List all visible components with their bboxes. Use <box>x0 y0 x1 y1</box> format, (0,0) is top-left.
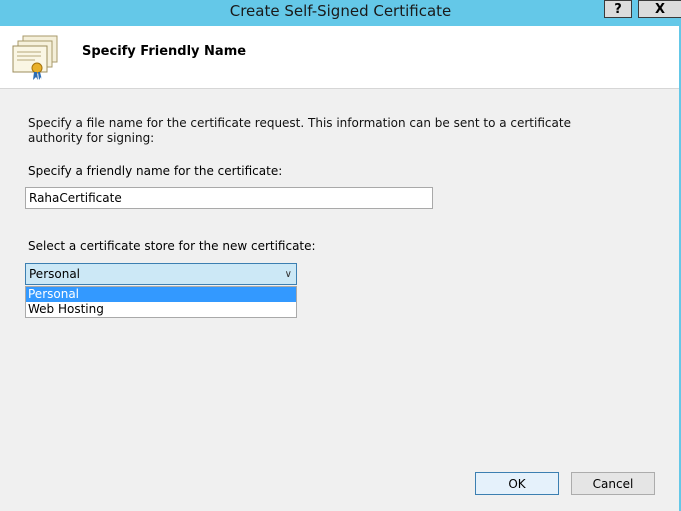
certificate-store-label: Select a certificate store for the new c… <box>28 239 316 253</box>
certificate-store-select[interactable]: Personal ∨ <box>25 263 297 285</box>
select-value: Personal <box>29 267 81 281</box>
dropdown-option-web-hosting[interactable]: Web Hosting <box>26 302 296 317</box>
close-button[interactable]: X <box>638 0 681 18</box>
wizard-header: Specify Friendly Name <box>0 26 679 89</box>
dialog-window: Create Self-Signed Certificate ? X Speci… <box>0 0 681 511</box>
certificate-icon <box>12 35 58 80</box>
dropdown-option-personal[interactable]: Personal <box>26 287 296 302</box>
title-bar[interactable]: Create Self-Signed Certificate ? X <box>0 0 681 24</box>
ok-button[interactable]: OK <box>475 472 559 495</box>
certificate-store-dropdown: Personal Web Hosting <box>25 286 297 318</box>
chevron-down-icon[interactable]: ∨ <box>285 267 292 282</box>
cancel-button[interactable]: Cancel <box>571 472 655 495</box>
window-title: Create Self-Signed Certificate <box>229 2 452 20</box>
description-text: Specify a file name for the certificate … <box>28 116 571 145</box>
page-title: Specify Friendly Name <box>82 44 247 59</box>
close-icon: X <box>654 1 666 17</box>
dialog-client: Specify Friendly Name Specify a file nam… <box>0 26 679 511</box>
help-button[interactable]: ? <box>604 0 632 18</box>
help-icon: ? <box>614 1 622 17</box>
friendly-name-label: Specify a friendly name for the certific… <box>28 164 283 178</box>
friendly-name-input[interactable]: RahaCertificate <box>25 187 433 209</box>
